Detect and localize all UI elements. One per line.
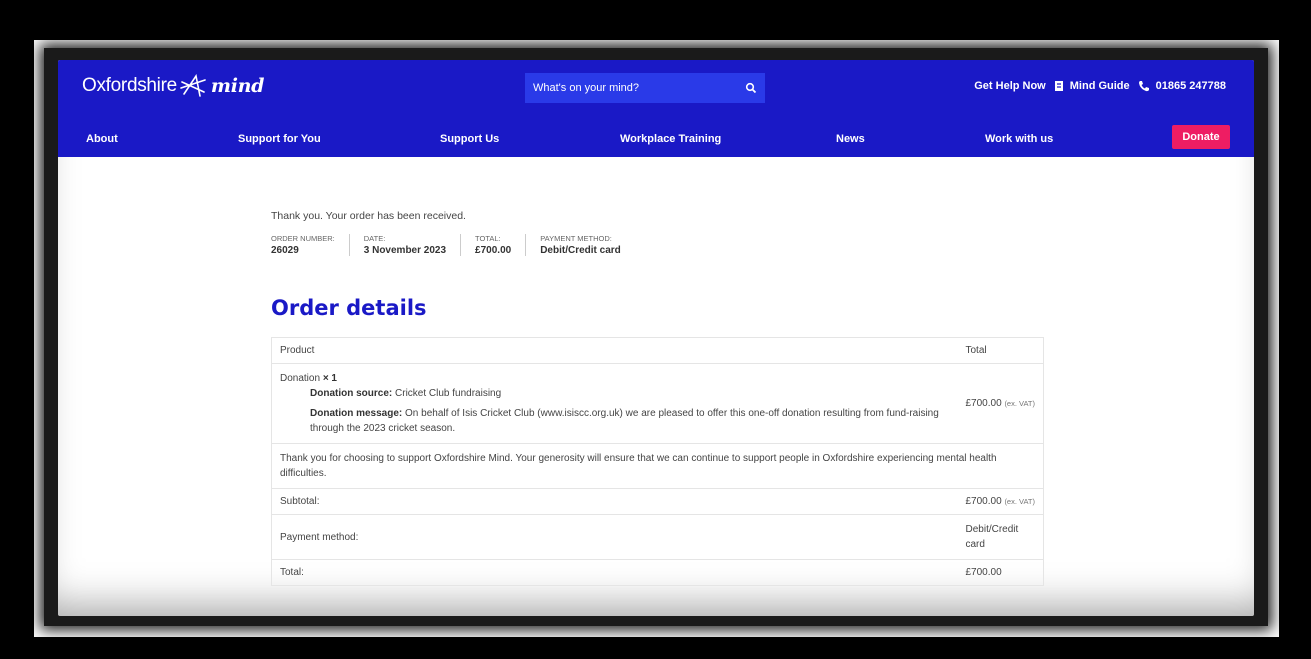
search-icon[interactable] [745,82,757,94]
order-number-value: 26029 [271,245,299,256]
line-total-cell: £700.00 (ex. VAT) [957,363,1044,444]
donation-message-label: Donation message: [310,408,403,419]
order-date: DATE: 3 November 2023 [348,234,460,256]
nav-item-news[interactable]: News [836,133,865,145]
order-details-title: Order details [271,296,427,320]
product-quantity: × 1 [322,373,337,384]
main-nav: About Support for You Support Us Workpla… [58,127,1254,151]
nav-item-workplace-training[interactable]: Workplace Training [620,133,721,145]
logo-brand: mind [210,75,265,97]
logo-text: Oxfordshire [82,75,177,96]
nav-item-work-with-us[interactable]: Work with us [985,133,1053,145]
table-row: Donation × 1 Donation source: Cricket Cl… [271,363,1044,444]
order-total-label: TOTAL: [475,234,501,243]
subtotal-suffix: (ex. VAT) [1004,497,1035,506]
order-number-label: ORDER NUMBER: [271,234,335,243]
site-header: Oxfordshire mind What's on your mind? Ge… [58,60,1254,157]
table-row: Thank you for choosing to support Oxford… [271,443,1044,489]
line-total: £700.00 [965,398,1002,409]
order-received-section: Thank you. Your order has been received.… [271,210,635,320]
order-details-table: Product Total Donation × 1 Donation sour… [271,337,1044,586]
nav-item-support-for-you[interactable]: Support for You [238,133,321,145]
donation-message-value: On behalf of Isis Cricket Club (www.isis… [310,408,939,434]
order-total: TOTAL: £700.00 [460,234,525,256]
search-placeholder: What's on your mind? [533,82,640,94]
site-logo[interactable]: Oxfordshire mind [82,74,264,98]
phone-link[interactable]: 01865 247788 [1138,80,1226,92]
order-overview: ORDER NUMBER: 26029 DATE: 3 November 202… [271,234,635,256]
search-input[interactable]: What's on your mind? [525,73,765,103]
mind-guide-link[interactable]: Mind Guide [1054,80,1130,92]
donation-source: Donation source: Cricket Club fundraisin… [280,386,950,401]
donate-button[interactable]: Donate [1172,125,1230,149]
phone-icon [1138,81,1149,92]
header-total: Total [957,337,1044,364]
subtotal-cell: £700.00 (ex. VAT) [957,488,1044,515]
website: Oxfordshire mind What's on your mind? Ge… [58,60,1254,616]
donation-source-label: Donation source: [310,388,393,399]
table-row: Payment method: Debit/Credit card [271,514,1044,560]
subtotal-value: £700.00 [965,496,1002,507]
get-help-link[interactable]: Get Help Now [974,80,1046,92]
total-value: £700.00 [957,559,1044,586]
payment-method-label: PAYMENT METHOD: [540,234,612,243]
utility-links: Get Help Now Mind Guide 01865 247788 [974,80,1226,92]
product-cell: Donation × 1 Donation source: Cricket Cl… [271,363,958,444]
payment-method: PAYMENT METHOD: Debit/Credit card [525,234,635,256]
order-total-value: £700.00 [475,245,512,256]
order-date-value: 3 November 2023 [363,245,447,256]
customer-note: Thank you for choosing to support Oxford… [271,443,1044,489]
book-icon [1054,81,1063,91]
product-name[interactable]: Donation [280,373,320,384]
nav-item-about[interactable]: About [86,133,118,145]
table-header-row: Product Total [271,337,1044,364]
header-product: Product [271,337,958,364]
donation-message: Donation message: On behalf of Isis Cric… [280,406,950,436]
mind-star-icon [180,74,206,97]
payment-method-value: Debit/Credit card [540,245,621,256]
table-row: Total: £700.00 [271,559,1044,586]
nav-item-support-us[interactable]: Support Us [440,133,499,145]
phone-number: 01865 247788 [1155,80,1226,92]
thank-you-message: Thank you. Your order has been received. [271,210,466,222]
payment-value: Debit/Credit card [957,514,1044,560]
mind-guide-label: Mind Guide [1069,80,1130,92]
subtotal-label: Subtotal: [271,488,958,515]
order-date-label: DATE: [363,234,386,243]
payment-label: Payment method: [271,514,958,560]
order-number: ORDER NUMBER: 26029 [271,234,349,256]
product-line: Donation × 1 [280,371,950,386]
line-total-suffix: (ex. VAT) [1004,399,1035,408]
total-label: Total: [271,559,958,586]
table-row: Subtotal: £700.00 (ex. VAT) [271,488,1044,515]
donation-source-value: Cricket Club fundraising [395,388,502,399]
